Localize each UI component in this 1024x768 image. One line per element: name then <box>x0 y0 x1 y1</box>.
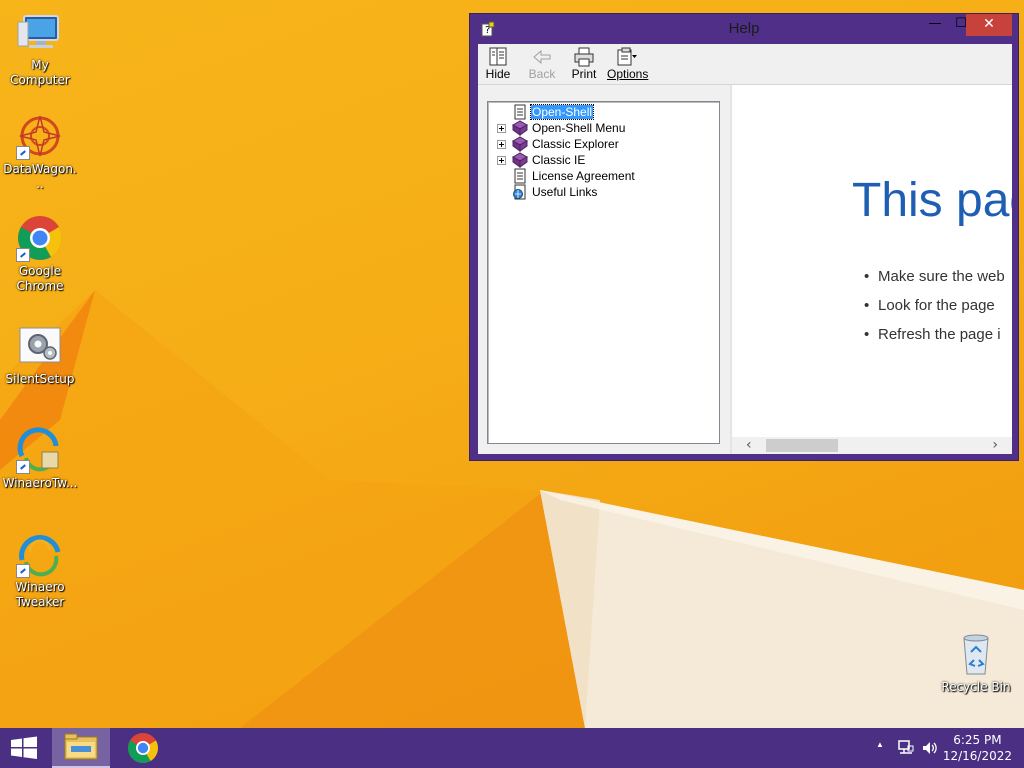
clock-date: 12/16/2022 <box>942 749 1012 763</box>
tree-item-label: Open-Shell Menu <box>532 121 626 135</box>
options-label: Options <box>607 67 649 81</box>
bullet-item: Make sure the web <box>864 268 1005 285</box>
datawagon-icon <box>16 112 64 160</box>
chrome-icon <box>16 214 64 262</box>
shortcut-arrow-icon <box>16 146 30 160</box>
expand-plus-icon[interactable] <box>497 124 506 133</box>
expand-plus-icon[interactable] <box>497 140 506 149</box>
desktop-icon-winaero-tweaker-2[interactable]: Winaero Tweaker <box>0 530 80 610</box>
back-label: Back <box>528 67 556 81</box>
expand-plus-icon[interactable] <box>497 156 506 165</box>
desktop-icon-label: Google Chrome <box>16 264 64 293</box>
desktop-icon-label: Recycle Bin <box>941 680 1011 694</box>
desktop-icon-label: WinaeroTw... <box>2 476 78 490</box>
clock[interactable]: 6:25 PM 12/16/2022 <box>943 732 1012 764</box>
horizontal-scrollbar[interactable]: ‹ › <box>732 437 1012 454</box>
desktop-icon-label: DataWagon... <box>3 162 77 191</box>
topic-pane[interactable]: This pag Make sure the web Look for the … <box>730 85 1012 454</box>
options-icon <box>616 47 638 67</box>
tree-item-open-shell-menu[interactable]: Open-Shell Menu <box>488 120 719 136</box>
shortcut-arrow-icon <box>16 564 30 578</box>
bullet-item: Look for the page <box>864 297 995 314</box>
tree-item-useful-links[interactable]: Useful Links <box>488 184 719 200</box>
hide-button[interactable]: Hide <box>478 47 518 81</box>
print-button[interactable]: Print <box>564 47 604 81</box>
taskbar-google-chrome[interactable] <box>114 728 172 768</box>
desktop-icon-label: My Computer <box>10 58 70 87</box>
start-button[interactable] <box>0 728 48 768</box>
clock-time: 6:25 PM <box>953 733 1002 747</box>
back-arrow-icon <box>531 47 553 67</box>
printer-icon <box>573 47 595 67</box>
computer-icon <box>16 8 64 56</box>
shortcut-arrow-icon <box>16 248 30 262</box>
desktop-icon-winaero-tweaker-1[interactable]: WinaeroTw... <box>0 426 80 491</box>
network-icon[interactable] <box>897 738 915 758</box>
book-icon <box>511 136 529 152</box>
winaero-tweaker-icon <box>16 530 64 578</box>
tree-item-classic-explorer[interactable]: Classic Explorer <box>488 136 719 152</box>
tree-item-open-shell[interactable]: Open-Shell <box>488 104 719 120</box>
scroll-left-arrow-icon[interactable]: ‹ <box>746 437 752 454</box>
page-icon <box>512 104 528 120</box>
desktop-icon-label: Winaero Tweaker <box>15 580 65 609</box>
back-button[interactable]: Back <box>522 47 562 81</box>
minimize-button[interactable]: — <box>922 14 948 36</box>
folder-icon <box>64 733 98 760</box>
tree-item-label: Useful Links <box>532 185 598 199</box>
desktop-icon-my-computer[interactable]: My Computer <box>0 8 80 88</box>
tree-item-classic-ie[interactable]: Classic IE <box>488 152 719 168</box>
tree-item-license-agreement[interactable]: License Agreement <box>488 168 719 184</box>
hide-label: Hide <box>485 67 511 81</box>
desktop-icon-silentsetup[interactable]: SilentSetup <box>0 322 80 387</box>
recycle-bin-icon <box>952 630 1000 678</box>
options-button[interactable]: Options <box>607 47 649 81</box>
tree-item-label: Open-Shell <box>529 104 595 120</box>
close-button[interactable]: ✕ <box>966 14 1012 36</box>
taskbar-file-explorer[interactable] <box>52 728 110 768</box>
taskbar: ▲ 6:25 PM 12/16/2022 <box>0 728 1024 768</box>
tree-item-label: License Agreement <box>532 169 635 183</box>
show-hidden-icons-button[interactable]: ▲ <box>876 740 884 756</box>
help-window: ? Help — ☐ ✕ Hide Back Print Options Ope… <box>469 13 1019 461</box>
winaero-tweaker-icon <box>16 426 64 474</box>
print-label: Print <box>571 67 597 81</box>
desktop-icon-label: SilentSetup <box>5 372 75 386</box>
chrome-icon <box>127 733 159 764</box>
page-icon <box>512 168 528 184</box>
toolbar: Hide Back Print Options <box>478 44 1012 85</box>
contents-tree[interactable]: Open-Shell Open-Shell Menu Classic Explo… <box>487 101 720 444</box>
book-icon <box>511 152 529 168</box>
hide-icon <box>487 47 509 67</box>
tree-item-label: Classic Explorer <box>532 137 619 151</box>
desktop-icon-datawagon[interactable]: DataWagon... <box>0 112 80 192</box>
volume-icon[interactable] <box>920 738 940 758</box>
scroll-right-arrow-icon[interactable]: › <box>992 437 998 454</box>
bullet-item: Refresh the page i <box>864 326 1001 343</box>
page-heading: This pag <box>852 174 1012 227</box>
silentsetup-icon <box>16 322 64 370</box>
web-page-icon <box>512 184 528 200</box>
tree-item-label: Classic IE <box>532 153 586 167</box>
title-bar[interactable]: ? Help — ☐ ✕ <box>470 14 1018 44</box>
book-icon <box>511 120 529 136</box>
scrollbar-thumb[interactable] <box>766 439 838 452</box>
desktop-icon-google-chrome[interactable]: Google Chrome <box>0 214 80 294</box>
windows-logo-icon <box>11 736 37 759</box>
desktop-icon-recycle-bin[interactable]: Recycle Bin <box>936 630 1016 695</box>
window-client-area: Hide Back Print Options Open-Shell Open-… <box>478 44 1012 454</box>
shortcut-arrow-icon <box>16 460 30 474</box>
contents-pane: Open-Shell Open-Shell Menu Classic Explo… <box>478 85 730 454</box>
